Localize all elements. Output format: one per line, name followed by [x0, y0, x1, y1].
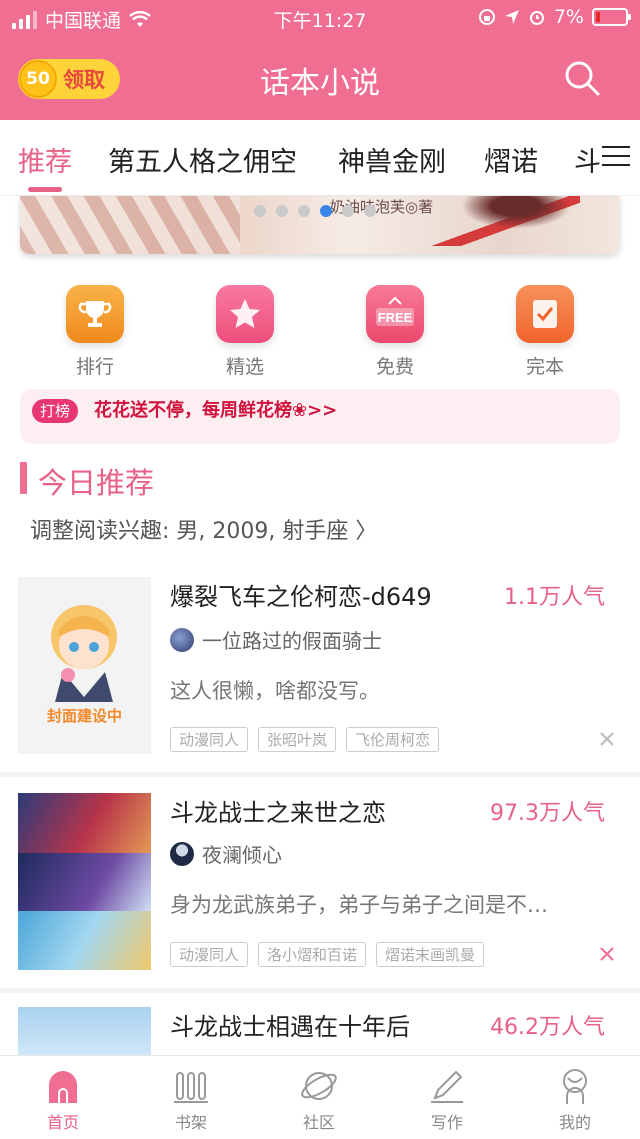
promo-badge: 打榜	[32, 399, 79, 423]
carousel-dots	[254, 205, 376, 217]
quick-menu: 排行 精选 FREE 免费 完本	[0, 285, 640, 385]
status-bar: 中国联通 下午11:27 7%	[0, 0, 640, 36]
avatar	[170, 841, 194, 866]
author-row[interactable]: 一位路过的假面骑士	[170, 625, 382, 654]
nav-label: 首页	[46, 1113, 79, 1132]
bottom-nav: 首页 书架 社区 写作 我的	[0, 1055, 640, 1139]
quick-label: 精选	[225, 356, 264, 378]
check-book-icon	[516, 285, 574, 343]
tab-identity-v[interactable]: 第五人格之佣空	[108, 140, 297, 179]
nav-label: 书架	[174, 1113, 207, 1132]
author-name: 一位路过的假面骑士	[202, 629, 382, 653]
banner-art-right	[420, 196, 580, 246]
quick-item-featured[interactable]: 精选	[195, 285, 295, 379]
bookshelf-icon	[171, 1066, 211, 1106]
promo-message: 花花送不停，每周鲜花榜❀>>	[94, 400, 338, 421]
author-name: 夜澜倾心	[202, 843, 282, 867]
tag-list: 动漫同人 洛小熠和百诺 熠诺末画凯曼	[170, 942, 485, 967]
close-icon[interactable]	[599, 946, 615, 962]
book-cover[interactable]	[18, 793, 151, 970]
tag[interactable]: 动漫同人	[170, 727, 249, 752]
quick-label: 排行	[75, 356, 114, 378]
placeholder-avatar-icon	[51, 605, 117, 702]
book-card[interactable]: 封面建设中 爆裂飞车之伦柯恋-d649 1.1万人气 一位路过的假面骑士 这人很…	[0, 577, 640, 772]
category-tabs: 推荐 第五人格之佣空 神兽金刚 熠诺 斗	[0, 120, 640, 196]
active-tab-indicator	[28, 187, 62, 192]
app-header: 中国联通 下午11:27 7% 50 领取 话本小说	[0, 0, 640, 120]
section-accent-bar	[20, 462, 27, 494]
battery-icon	[592, 8, 631, 26]
carousel-dot[interactable]	[298, 205, 310, 217]
rotation-lock-icon	[478, 9, 495, 25]
carousel-dot[interactable]	[254, 205, 266, 217]
section-title: 今日推荐	[38, 466, 155, 500]
tag-list: 动漫同人 张昭叶岚 飞伦周柯恋	[170, 727, 440, 752]
nav-community[interactable]: 社区	[269, 1066, 369, 1133]
free-icon: FREE	[366, 285, 424, 343]
promo-banner[interactable]: 打榜 花花送不停，每周鲜花榜❀>>	[20, 389, 620, 444]
quick-label: 免费	[375, 356, 414, 378]
book-title[interactable]: 斗龙战士相遇在十年后	[170, 1007, 410, 1042]
divider	[0, 988, 640, 993]
book-card[interactable]: 斗龙战士之来世之恋 97.3万人气 夜澜倾心 身为龙武族弟子，弟子与弟子之间是不…	[0, 793, 640, 973]
book-cover[interactable]	[18, 1007, 151, 1055]
book-title[interactable]: 斗龙战士之来世之恋	[170, 793, 386, 828]
carousel-dot-active[interactable]	[320, 205, 332, 217]
avatar	[170, 627, 194, 652]
quick-label: 完本	[525, 356, 564, 378]
book-card[interactable]: 斗龙战士相遇在十年后 46.2万人气	[0, 1007, 640, 1055]
tag[interactable]: 张昭叶岚	[258, 727, 337, 752]
cover-placeholder-text: 封面建设中	[46, 707, 122, 725]
quick-item-free[interactable]: FREE 免费	[345, 285, 445, 379]
tag[interactable]: 飞伦周柯恋	[346, 727, 440, 752]
tab-dou[interactable]: 斗	[574, 140, 601, 179]
book-description: 这人很懒，啥都没写。	[170, 679, 380, 703]
author-row[interactable]: 夜澜倾心	[170, 839, 282, 868]
quick-item-completed[interactable]: 完本	[495, 285, 595, 379]
tab-yinuo[interactable]: 熠诺	[484, 140, 538, 179]
carousel-dot[interactable]	[276, 205, 288, 217]
tag[interactable]: 洛小熠和百诺	[258, 942, 367, 967]
tab-beast-kingkong[interactable]: 神兽金刚	[338, 140, 446, 179]
nav-home[interactable]: 首页	[13, 1066, 113, 1133]
location-icon	[504, 10, 519, 24]
nav-label: 写作	[430, 1113, 463, 1132]
alarm-icon	[529, 11, 544, 25]
nav-label: 社区	[302, 1113, 335, 1132]
book-cover[interactable]: 封面建设中	[18, 577, 151, 754]
book-title[interactable]: 爆裂飞车之伦柯恋-d649	[170, 577, 432, 612]
app-title: 话本小说	[260, 66, 380, 101]
search-icon[interactable]	[562, 58, 602, 98]
pen-icon	[427, 1066, 467, 1106]
banner-art-left	[20, 196, 240, 254]
tag[interactable]: 熠诺末画凯曼	[376, 942, 485, 967]
profile-icon	[555, 1066, 595, 1106]
home-icon	[43, 1066, 83, 1106]
menu-icon[interactable]	[602, 146, 630, 170]
battery-percent: 7%	[553, 6, 584, 28]
nav-bookshelf[interactable]: 书架	[141, 1066, 241, 1133]
carousel-dot[interactable]	[342, 205, 354, 217]
book-description: 身为龙武族弟子，弟子与弟子之间是不…	[170, 893, 548, 917]
planet-icon	[299, 1066, 339, 1106]
popularity: 1.1万人气	[504, 585, 605, 610]
quick-item-ranking[interactable]: 排行	[45, 285, 145, 379]
status-right: 7%	[478, 6, 631, 28]
star-icon	[216, 285, 274, 343]
svg-text:FREE: FREE	[378, 310, 413, 325]
divider	[0, 772, 640, 777]
nav-profile[interactable]: 我的	[525, 1066, 625, 1133]
tab-recommend[interactable]: 推荐	[18, 140, 72, 179]
close-icon[interactable]	[599, 731, 615, 747]
trophy-icon	[66, 285, 124, 343]
popularity: 46.2万人气	[490, 1015, 605, 1040]
nav-label: 我的	[558, 1113, 591, 1132]
tag[interactable]: 动漫同人	[170, 942, 249, 967]
popularity: 97.3万人气	[490, 801, 605, 826]
carousel-dot[interactable]	[364, 205, 376, 217]
adjust-interest-link[interactable]: 调整阅读兴趣: 男, 2009, 射手座 〉	[30, 513, 377, 545]
nav-write[interactable]: 写作	[397, 1066, 497, 1133]
